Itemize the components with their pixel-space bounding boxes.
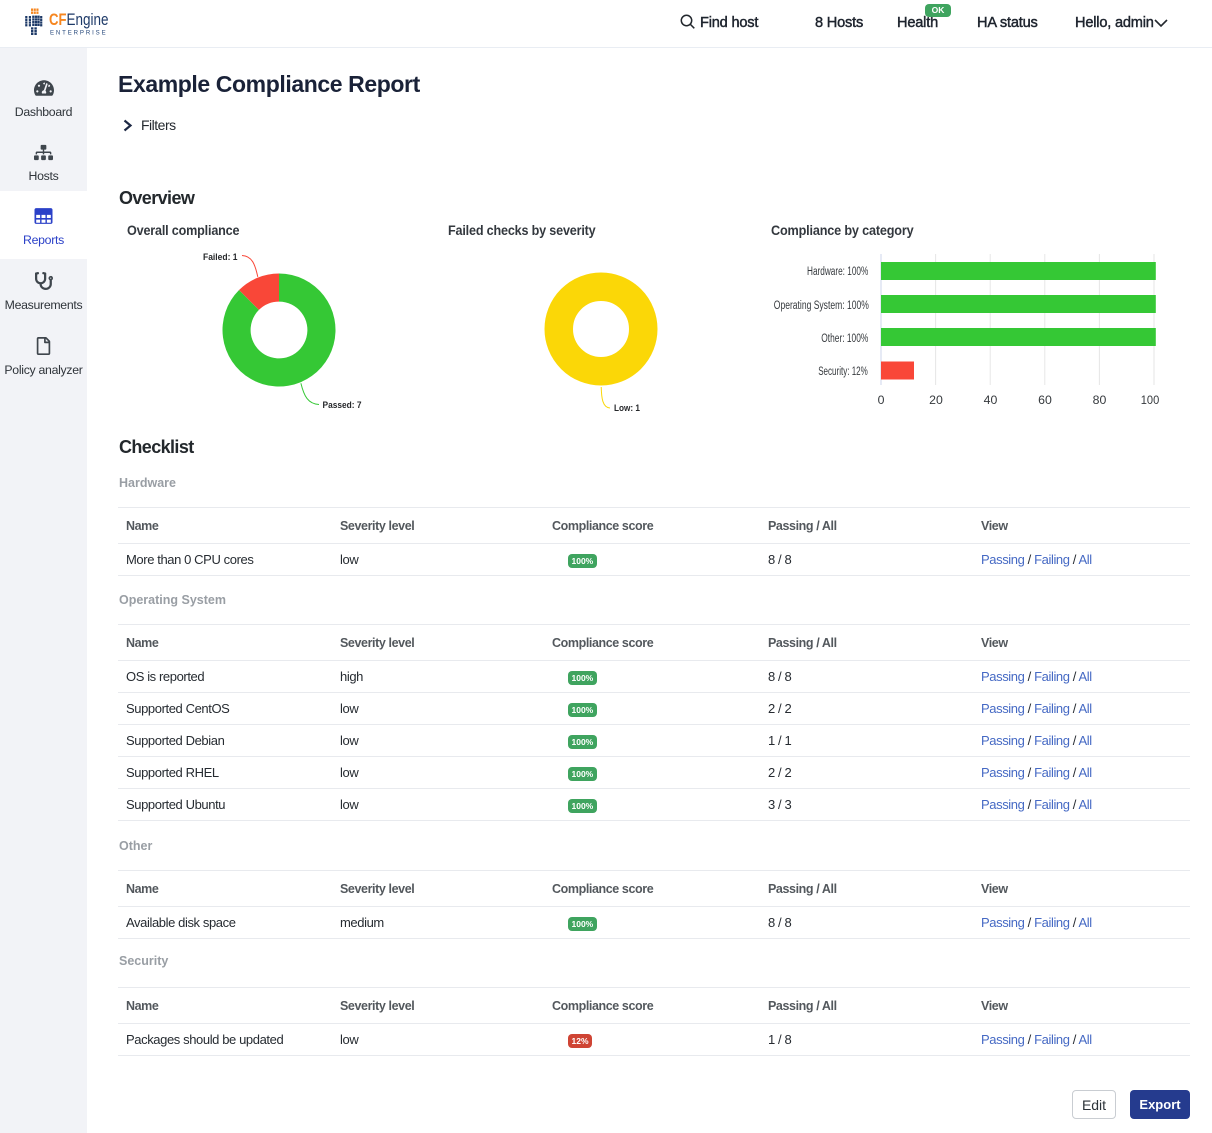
svg-text:80: 80 — [1093, 393, 1107, 407]
svg-text:Security: 12%: Security: 12% — [818, 366, 868, 378]
svg-text:Low: 1: Low: 1 — [614, 403, 640, 413]
svg-text:Engine: Engine — [67, 10, 109, 29]
svg-text:Operating System: 100%: Operating System: 100% — [774, 300, 869, 312]
svg-text:Passed: 7: Passed: 7 — [323, 400, 362, 410]
svg-text:ENTERPRISE: ENTERPRISE — [50, 30, 108, 37]
svg-text:Failed: 1: Failed: 1 — [203, 252, 238, 262]
svg-text:CF: CF — [49, 10, 67, 29]
svg-text:Other: 100%: Other: 100% — [821, 333, 868, 345]
svg-text:20: 20 — [929, 393, 943, 407]
svg-text:100: 100 — [1141, 393, 1160, 407]
svg-text:40: 40 — [984, 393, 998, 407]
svg-text:Hardware: 100%: Hardware: 100% — [807, 266, 868, 278]
svg-text:60: 60 — [1038, 393, 1052, 407]
svg-text:0: 0 — [878, 393, 885, 407]
